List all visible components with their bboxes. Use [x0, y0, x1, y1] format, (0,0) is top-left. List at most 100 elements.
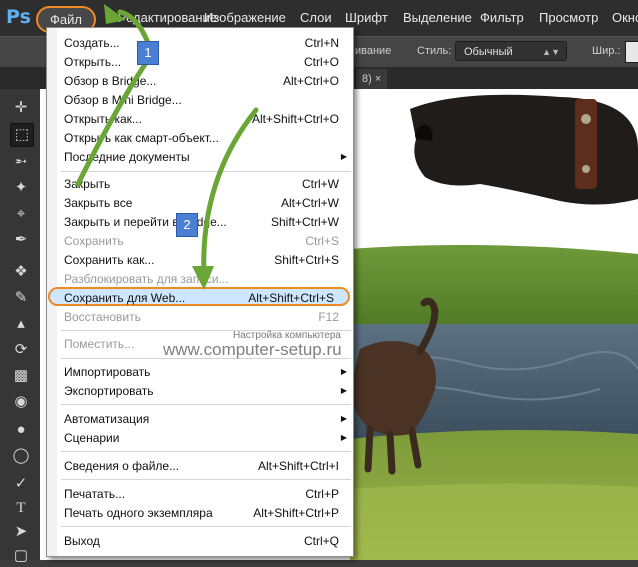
menu-item-label: Восстановить — [64, 310, 141, 324]
menu-layers[interactable]: Слои — [300, 10, 332, 25]
menu-item-label: Разблокировать для записи... — [64, 272, 229, 286]
menu-item-label: Сохранить как... — [64, 253, 155, 267]
photoshop-logo: Ps — [6, 6, 31, 28]
style-label: Стиль: — [417, 45, 452, 57]
eraser-icon[interactable]: ▩ — [10, 365, 32, 387]
menu-select[interactable]: Выделение — [403, 10, 472, 25]
menu-image[interactable]: Изображение — [204, 10, 286, 25]
pen-tool-icon[interactable]: ✓ — [10, 473, 32, 495]
menu-edit[interactable]: Редактирование — [118, 10, 217, 25]
menu-item-export[interactable]: Экспортировать ▶ — [47, 382, 353, 400]
file-menu-dropdown: Создать... Ctrl+N Открыть... Ctrl+O Обзор … — [46, 27, 354, 557]
menu-item-shortcut: Ctrl+O — [303, 55, 339, 69]
style-select[interactable]: Обычный ▲▼ — [455, 41, 567, 61]
menu-item-shortcut: Alt+Ctrl+W — [280, 196, 339, 210]
menu-item-label: Закрыть — [64, 177, 111, 191]
menu-separator — [61, 451, 351, 452]
history-brush-icon[interactable]: ⟳ — [10, 339, 32, 361]
menu-item-shortcut: F12 — [318, 310, 339, 324]
menu-item-save-as[interactable]: Сохранить как... Shift+Ctrl+S — [47, 251, 353, 269]
tools-panel: ✛ ⬚ ➵ ✦ ⌖ ✒ ❖ ✎ ▴ ⟳ ▩ ◉ ● ◯ ✓ T ➤ ▢ — [0, 89, 41, 564]
menu-type[interactable]: Шрифт — [345, 10, 388, 25]
menu-item-shortcut: Ctrl+Q — [303, 534, 339, 548]
marquee-tool-icon[interactable]: ⬚ — [10, 123, 34, 147]
menu-item-label: Создать... — [64, 36, 120, 50]
blur-tool-icon[interactable]: ● — [10, 419, 32, 441]
menu-separator — [61, 479, 351, 480]
menu-item-close-go-bridge[interactable]: Закрыть и перейти в Bridge... Shift+Ctrl+… — [47, 213, 353, 231]
menu-item-label: Выход — [64, 534, 100, 548]
submenu-arrow-icon: ▶ — [340, 367, 347, 376]
chevron-updown-icon: ▲▼ — [542, 47, 560, 57]
menu-item-import[interactable]: Импортировать ▶ — [47, 363, 353, 381]
paint-bucket-icon[interactable]: ◉ — [10, 391, 32, 413]
menu-item-label: Открыть как смарт-объект... — [64, 131, 219, 145]
type-tool-icon[interactable]: T — [10, 497, 32, 519]
menu-item-save: Сохранить Ctrl+S — [47, 232, 353, 250]
menu-item-file-info[interactable]: Сведения о файле... Alt+Shift+Ctrl+I — [47, 457, 353, 475]
menu-item-shortcut: Ctrl+P — [305, 487, 339, 501]
document-tab[interactable]: 8) × — [356, 69, 388, 89]
menu-item-shortcut: Ctrl+S — [305, 234, 339, 248]
eyedropper-icon[interactable]: ✒ — [10, 229, 32, 251]
menu-item-label: Экспортировать — [64, 384, 154, 398]
menu-item-shortcut: Ctrl+W — [302, 177, 339, 191]
submenu-arrow-icon: ▶ — [340, 433, 347, 442]
menu-filter[interactable]: Фильтр — [480, 10, 524, 25]
menu-item-save-for-web[interactable]: Сохранить для Web... Alt+Shift+Ctrl+S — [48, 287, 350, 306]
menu-item-shortcut: Ctrl+N — [304, 36, 339, 50]
menu-item-print[interactable]: Печатать... Ctrl+P — [47, 485, 353, 503]
menu-item-open-smart-object[interactable]: Открыть как смарт-объект... — [47, 129, 353, 147]
submenu-arrow-icon: ▶ — [340, 152, 347, 161]
options-partial-label: ивание — [355, 45, 392, 57]
menu-item-shortcut: Alt+Ctrl+O — [282, 74, 339, 88]
dodge-tool-icon[interactable]: ◯ — [10, 445, 32, 467]
watermark-url: www.computer-setup.ru — [163, 340, 342, 359]
quick-select-icon[interactable]: ✦ — [10, 177, 32, 199]
menu-separator — [61, 526, 351, 527]
lasso-tool-icon[interactable]: ➵ — [10, 151, 32, 173]
menu-item-label: Сохранить для Web... — [64, 291, 186, 305]
menu-item-browse-mini-bridge[interactable]: Обзор в Mini Bridge... — [47, 91, 353, 109]
crop-tool-icon[interactable]: ⌖ — [10, 203, 32, 225]
menu-item-label: Печатать... — [64, 487, 126, 501]
menu-item-print-one-copy[interactable]: Печать одного экземпляра Alt+Shift+Ctrl+P — [47, 504, 353, 522]
step-1-badge: 1 — [137, 41, 159, 65]
menu-item-open-as[interactable]: Открыть как... Alt+Shift+Ctrl+O — [47, 110, 353, 128]
path-select-icon[interactable]: ➤ — [10, 521, 32, 543]
menu-item-exit[interactable]: Выход Ctrl+Q — [47, 532, 353, 550]
menu-item-open[interactable]: Открыть... Ctrl+O — [47, 53, 353, 71]
menu-item-label: Сохранить — [64, 234, 124, 248]
menu-item-label: Последние документы — [64, 150, 190, 164]
menu-item-close[interactable]: Закрыть Ctrl+W — [47, 175, 353, 193]
menu-item-label: Обзор в Bridge... — [64, 74, 157, 88]
menu-item-browse-bridge[interactable]: Обзор в Bridge... Alt+Ctrl+O — [47, 72, 353, 90]
menu-item-shortcut: Shift+Ctrl+W — [270, 215, 339, 229]
move-tool-icon[interactable]: ✛ — [10, 97, 32, 119]
menu-item-shortcut: Alt+Shift+Ctrl+S — [248, 291, 334, 305]
menu-item-label: Закрыть все — [64, 196, 133, 210]
menu-item-new[interactable]: Создать... Ctrl+N — [47, 34, 353, 52]
menu-item-label: Поместить... — [64, 337, 135, 351]
menu-item-recent-documents[interactable]: Последние документы ▶ — [47, 148, 353, 166]
width-label: Шир.: — [592, 45, 621, 57]
menu-item-label: Печать одного экземпляра — [64, 506, 213, 520]
menu-item-scripts[interactable]: Сценарии ▶ — [47, 429, 353, 447]
menu-item-close-all[interactable]: Закрыть все Alt+Ctrl+W — [47, 194, 353, 212]
menu-item-automate[interactable]: Автоматизация ▶ — [47, 410, 353, 428]
menu-item-label: Обзор в Mini Bridge... — [64, 93, 182, 107]
menu-item-shortcut: Alt+Shift+Ctrl+O — [251, 112, 339, 126]
menu-item-shortcut: Alt+Shift+Ctrl+P — [253, 506, 339, 520]
width-input[interactable] — [625, 41, 638, 63]
clone-stamp-icon[interactable]: ▴ — [10, 313, 32, 335]
menu-item-label: Открыть как... — [64, 112, 142, 126]
menu-item-label: Импортировать — [64, 365, 151, 379]
submenu-arrow-icon: ▶ — [340, 386, 347, 395]
shape-tool-icon[interactable]: ▢ — [10, 545, 32, 567]
healing-brush-icon[interactable]: ❖ — [10, 261, 32, 283]
brush-tool-icon[interactable]: ✎ — [10, 287, 32, 309]
menu-item-shortcut: Shift+Ctrl+S — [274, 253, 339, 267]
menu-view[interactable]: Просмотр — [539, 10, 598, 25]
menu-window[interactable]: Окно — [612, 10, 638, 25]
menu-item-shortcut: Alt+Shift+Ctrl+I — [257, 459, 339, 473]
